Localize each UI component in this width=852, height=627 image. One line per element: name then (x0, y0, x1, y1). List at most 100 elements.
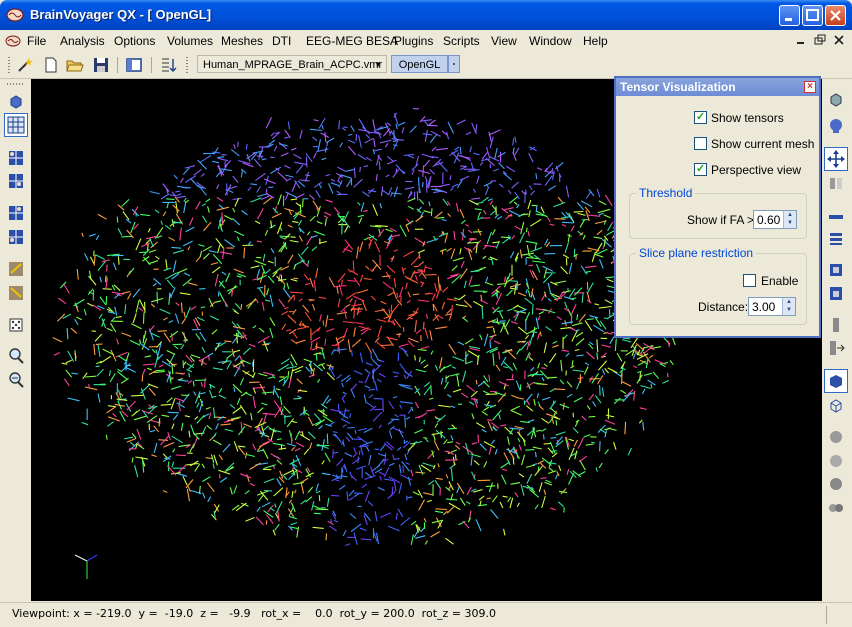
tensor-glyph (566, 186, 568, 198)
open-folder-icon[interactable] (66, 56, 84, 74)
tensor-glyph (424, 387, 430, 395)
tensor-glyph (257, 269, 259, 278)
box-icon[interactable] (827, 261, 845, 279)
tensor-glyph (373, 119, 376, 131)
fa-threshold-spinbox[interactable]: 0.60 ▲▼ (753, 210, 797, 229)
tensor-glyph (235, 355, 240, 360)
tensor-glyph (108, 406, 116, 407)
brain-slice-2-icon[interactable] (7, 284, 25, 302)
box-2-icon[interactable] (827, 284, 845, 302)
heads-pair-icon[interactable] (827, 500, 845, 518)
grid-view-button[interactable] (4, 113, 28, 137)
mdi-restore-icon[interactable] (814, 34, 826, 46)
toolbar-grip[interactable] (7, 83, 23, 85)
menu-options[interactable]: Options (114, 34, 155, 48)
tensor-glyph (158, 331, 167, 332)
perspective-view-checkbox[interactable]: ✓ (694, 163, 707, 176)
window-layout-icon[interactable] (125, 56, 143, 74)
zoom-out-icon[interactable] (7, 371, 25, 389)
menu-plugins[interactable]: Plugins (394, 34, 433, 48)
cube-icon[interactable] (7, 93, 25, 111)
tensor-glyph (546, 327, 552, 331)
fa-spin-buttons[interactable]: ▲▼ (783, 211, 796, 228)
solid-cube-button[interactable] (824, 369, 848, 393)
document-menu-icon[interactable] (4, 33, 22, 49)
show-current-mesh-checkbox[interactable] (694, 137, 707, 150)
status-grip[interactable] (826, 606, 849, 624)
head-gray-3-icon[interactable] (827, 476, 845, 494)
tensor-glyph (296, 340, 305, 343)
menu-file[interactable]: File (27, 34, 46, 48)
tensor-glyph (118, 356, 126, 361)
spin-down-icon[interactable]: ▼ (784, 219, 796, 227)
spin-down-icon[interactable]: ▼ (783, 306, 795, 314)
menu-eeg-meg-besa[interactable]: EEG-MEG BESA (306, 34, 398, 48)
slice-view-1-icon[interactable] (7, 149, 25, 167)
menu-window[interactable]: Window (529, 34, 572, 48)
tensor-glyph (245, 518, 254, 522)
head-gray-1-icon[interactable] (827, 429, 845, 447)
head-icon[interactable] (827, 117, 845, 135)
distance-spin-buttons[interactable]: ▲▼ (782, 298, 795, 315)
dialog-close-button[interactable]: × (804, 81, 816, 93)
tab-opengl[interactable]: OpenGL (391, 55, 448, 73)
tensor-glyph (195, 417, 198, 420)
menu-help[interactable]: Help (583, 34, 608, 48)
distance-spinbox[interactable]: 3.00 ▲▼ (748, 297, 796, 316)
slice-view-3-icon[interactable] (7, 204, 25, 222)
flatten-icon[interactable] (827, 207, 845, 225)
dialog-title-bar[interactable]: Tensor Visualization × (616, 78, 819, 96)
menu-dti[interactable]: DTI (272, 34, 291, 48)
wire-cube-icon[interactable] (827, 397, 845, 415)
zoom-in-icon[interactable] (7, 347, 25, 365)
tensor-glyph (202, 477, 210, 482)
menu-view[interactable]: View (491, 34, 517, 48)
toolbar-grip[interactable] (8, 57, 10, 73)
mdi-minimize-icon[interactable] (795, 34, 807, 46)
spin-up-icon[interactable]: ▲ (784, 211, 796, 219)
toolbar-grip[interactable] (186, 57, 188, 73)
maximize-button[interactable] (802, 5, 823, 26)
tensor-glyph (338, 167, 347, 172)
tensor-glyph (337, 459, 344, 466)
tensor-glyph (574, 440, 578, 447)
tensor-glyph (537, 168, 542, 170)
save-icon[interactable] (92, 56, 110, 74)
mirror-icon[interactable] (827, 174, 845, 192)
cube-rotate-icon[interactable] (827, 91, 845, 109)
slice-view-2-icon[interactable] (7, 172, 25, 190)
menu-volumes[interactable]: Volumes (167, 34, 213, 48)
tensor-glyph (292, 491, 293, 498)
tensor-glyph (556, 474, 558, 479)
spin-up-icon[interactable]: ▲ (783, 298, 795, 306)
sort-list-icon[interactable] (159, 56, 177, 74)
enable-restriction-checkbox[interactable] (743, 274, 756, 287)
tensor-glyph (515, 492, 518, 497)
new-document-icon[interactable] (42, 56, 60, 74)
dice-icon[interactable] (7, 316, 25, 334)
slab-arrow-icon[interactable] (827, 339, 845, 357)
tensor-glyph (447, 395, 451, 398)
tensor-glyph (567, 469, 569, 475)
move-button[interactable] (824, 147, 848, 171)
brain-slice-1-icon[interactable] (7, 260, 25, 278)
mdi-close-icon[interactable] (833, 34, 845, 46)
show-tensors-checkbox[interactable]: ✓ (694, 111, 707, 124)
magic-wand-icon[interactable] (16, 56, 34, 74)
tensor-glyph (417, 191, 418, 200)
menu-meshes[interactable]: Meshes (221, 34, 263, 48)
slice-view-4-icon[interactable] (7, 228, 25, 246)
head-gray-2-icon[interactable] (827, 453, 845, 471)
menu-analysis[interactable]: Analysis (60, 34, 105, 48)
stack-icon[interactable] (827, 229, 845, 247)
tensor-glyph (311, 328, 320, 335)
tensor-glyph (597, 353, 598, 360)
close-button[interactable] (825, 5, 846, 26)
tab-dropdown-button[interactable] (448, 55, 460, 73)
slab-icon[interactable] (827, 316, 845, 334)
minimize-button[interactable] (779, 5, 800, 26)
menu-scripts[interactable]: Scripts (443, 34, 480, 48)
tensor-glyph (373, 204, 378, 215)
file-select[interactable]: Human_MPRAGE_Brain_ACPC.vmr ▼ (197, 55, 387, 73)
tensor-glyph (313, 527, 324, 528)
